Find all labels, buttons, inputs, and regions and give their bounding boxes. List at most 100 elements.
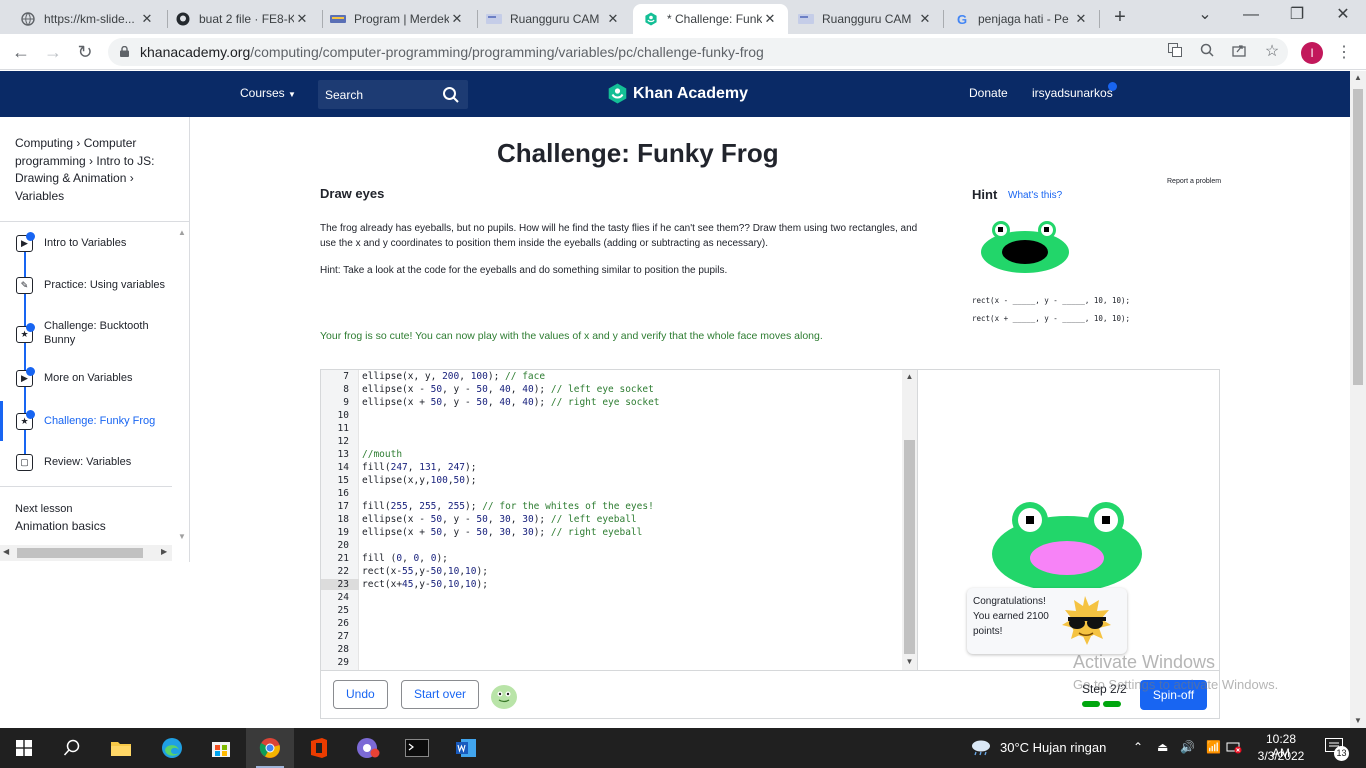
breadcrumb-computing[interactable]: Computing bbox=[15, 136, 73, 150]
chrome-profile-icon[interactable] bbox=[344, 728, 392, 768]
breadcrumb-variables[interactable]: Variables bbox=[15, 189, 64, 203]
browser-tab[interactable]: G penjaga hati - Pe ✕ bbox=[944, 4, 1099, 34]
code-editor[interactable]: 7 8 9 10 11 12 13 14 15 16 17 18 19 20 21 22 23 24 25 26 27 2… bbox=[321, 370, 918, 670]
code-line[interactable]: ellipse(x + 50, y - 50, 30, 30); // righ… bbox=[362, 527, 642, 538]
back-icon[interactable]: ← bbox=[10, 41, 32, 63]
donate-link[interactable]: Donate bbox=[969, 86, 1008, 100]
scroll-up-icon[interactable]: ▲ bbox=[174, 226, 190, 240]
close-window-button[interactable]: ✕ bbox=[1328, 4, 1358, 26]
weather-text: 30°C Hujan ringan bbox=[1000, 739, 1107, 755]
courses-menu-button[interactable]: Courses ▼ bbox=[240, 86, 296, 100]
scroll-down-icon[interactable]: ▼ bbox=[174, 530, 190, 544]
usb-icon[interactable]: ⏏ bbox=[1157, 740, 1168, 754]
page-scrollbar-thumb[interactable] bbox=[1353, 89, 1363, 385]
volume-icon[interactable]: 🔊 bbox=[1180, 740, 1195, 754]
undo-button[interactable]: Undo bbox=[333, 680, 388, 709]
new-tab-button[interactable]: + bbox=[1108, 6, 1132, 28]
search-icon[interactable] bbox=[442, 86, 460, 104]
close-icon[interactable]: ✕ bbox=[449, 11, 465, 27]
terminal-icon[interactable] bbox=[393, 728, 441, 768]
close-icon[interactable]: ✕ bbox=[917, 11, 933, 27]
code-line[interactable]: fill (0, 0, 0); bbox=[362, 553, 448, 564]
close-icon[interactable]: ✕ bbox=[139, 11, 155, 27]
search-input[interactable]: Search bbox=[318, 80, 468, 109]
translate-icon[interactable] bbox=[1166, 43, 1184, 61]
zoom-icon[interactable] bbox=[1198, 43, 1216, 61]
close-icon[interactable]: ✕ bbox=[762, 11, 778, 27]
forward-icon[interactable]: → bbox=[42, 41, 64, 63]
code-line[interactable]: fill(247, 131, 247); bbox=[362, 462, 476, 473]
page-scrollbar[interactable]: ▲ ▼ bbox=[1350, 71, 1366, 728]
code-line[interactable]: //mouth bbox=[362, 449, 402, 460]
office-icon[interactable] bbox=[295, 728, 343, 768]
browser-tab[interactable]: https://km-slide... ✕ bbox=[10, 4, 165, 34]
lock-icon[interactable] bbox=[120, 46, 129, 57]
sidebar-scrollbar[interactable]: ▲ ▼ bbox=[174, 222, 189, 545]
weather-widget[interactable]: 30°C Hujan ringan bbox=[970, 738, 1106, 756]
close-icon[interactable]: ✕ bbox=[605, 11, 621, 27]
browser-tab[interactable]: buat 2 file · FE8-K ✕ bbox=[165, 4, 320, 34]
sidebar-item-review-variables[interactable]: ▢ Review: Variables bbox=[0, 442, 172, 482]
clock-date[interactable]: 3/3/2022 bbox=[1256, 749, 1306, 763]
search-icon[interactable] bbox=[48, 728, 96, 768]
code-line[interactable]: rect(x-55,y-50,10,10); bbox=[362, 566, 488, 577]
profile-avatar[interactable]: I bbox=[1301, 42, 1323, 64]
microsoft-store-icon[interactable] bbox=[197, 728, 245, 768]
sidebar-item-practice-using-variables[interactable]: ✎ Practice: Using variables bbox=[0, 265, 172, 305]
scroll-right-icon[interactable]: ▶ bbox=[161, 547, 167, 556]
reload-icon[interactable]: ↻ bbox=[74, 41, 96, 63]
code-line[interactable]: ellipse(x, y, 200, 100); // face bbox=[362, 371, 545, 382]
code-line[interactable]: ellipse(x - 50, y - 50, 30, 30); // left… bbox=[362, 514, 637, 525]
avatar-icon[interactable] bbox=[489, 682, 519, 710]
code-line[interactable]: rect(x+45,y-50,10,10); bbox=[362, 579, 488, 590]
scroll-down-icon[interactable]: ▼ bbox=[902, 655, 917, 669]
restore-button[interactable]: ❐ bbox=[1282, 4, 1312, 26]
url-text[interactable]: khanacademy.org/computing/computer-progr… bbox=[140, 44, 764, 60]
next-lesson-label: Next lesson bbox=[15, 503, 73, 515]
browser-tab[interactable]: Ruangguru CAM ✕ bbox=[788, 4, 943, 34]
network-error-icon[interactable] bbox=[1226, 740, 1242, 757]
user-menu[interactable]: irsyadsunarkos bbox=[1032, 86, 1113, 100]
sidebar-item-more-on-variables[interactable]: ▶ More on Variables bbox=[0, 358, 172, 398]
next-lesson-link[interactable]: Animation basics bbox=[15, 519, 106, 533]
minimize-button[interactable]: — bbox=[1236, 4, 1266, 26]
browser-tab[interactable]: Ruangguru CAM ✕ bbox=[476, 4, 631, 34]
editor-scrollbar[interactable]: ▲ ▼ bbox=[902, 370, 917, 670]
tab-search-icon[interactable]: ⌄ bbox=[1190, 4, 1220, 26]
address-bar[interactable]: khanacademy.org/computing/computer-progr… bbox=[108, 38, 1288, 66]
editor-scrollbar-thumb[interactable] bbox=[904, 440, 915, 654]
sidebar-horizontal-scrollbar[interactable]: ◀ ▶ bbox=[0, 545, 172, 561]
windows-start-icon[interactable] bbox=[0, 728, 48, 768]
code-line[interactable]: fill(255, 255, 255); // for the whites o… bbox=[362, 501, 654, 512]
scroll-left-icon[interactable]: ◀ bbox=[3, 547, 9, 556]
close-icon[interactable]: ✕ bbox=[1073, 11, 1089, 27]
more-menu-icon[interactable]: ⋮ bbox=[1336, 42, 1352, 64]
line-number: 24 bbox=[337, 592, 349, 603]
report-problem-link[interactable]: Report a problem bbox=[1167, 178, 1221, 185]
code-line[interactable]: ellipse(x - 50, y - 50, 40, 40); // left… bbox=[362, 384, 654, 395]
start-over-button[interactable]: Start over bbox=[401, 680, 480, 709]
sidebar-item-challenge-bucktooth-bunny[interactable]: ★ Challenge: Bucktooth Bunny bbox=[0, 312, 172, 354]
scroll-up-icon[interactable]: ▲ bbox=[1350, 71, 1366, 85]
whats-this-link[interactable]: What's this? bbox=[1008, 190, 1062, 201]
scroll-down-icon[interactable]: ▼ bbox=[1350, 714, 1366, 728]
wifi-icon[interactable]: 📶 bbox=[1206, 740, 1221, 754]
edge-icon[interactable] bbox=[148, 728, 196, 768]
khan-academy-logo[interactable]: Khan Academy bbox=[608, 83, 748, 104]
code-line[interactable]: ellipse(x + 50, y - 50, 40, 40); // righ… bbox=[362, 397, 660, 408]
scroll-up-icon[interactable]: ▲ bbox=[902, 370, 917, 384]
step-progress-bar bbox=[1082, 701, 1100, 707]
sidebar-item-challenge-funky-frog[interactable]: ★ Challenge: Funky Frog bbox=[0, 401, 172, 441]
scrollbar-thumb[interactable] bbox=[17, 548, 143, 558]
share-icon[interactable] bbox=[1230, 43, 1248, 61]
sidebar-item-intro-to-variables[interactable]: ▶ Intro to Variables bbox=[0, 223, 172, 263]
browser-tab[interactable]: Program | Merdek ✕ bbox=[320, 4, 475, 34]
file-explorer-icon[interactable] bbox=[97, 728, 145, 768]
bookmark-star-icon[interactable]: ☆ bbox=[1263, 43, 1281, 61]
chrome-icon[interactable] bbox=[246, 728, 294, 768]
chevron-up-icon[interactable]: ⌃ bbox=[1133, 740, 1143, 754]
close-icon[interactable]: ✕ bbox=[294, 11, 310, 27]
browser-tab-active[interactable]: * Challenge: Funk ✕ bbox=[633, 4, 788, 34]
code-line[interactable]: ellipse(x,y,100,50); bbox=[362, 475, 476, 486]
word-icon[interactable] bbox=[442, 728, 490, 768]
